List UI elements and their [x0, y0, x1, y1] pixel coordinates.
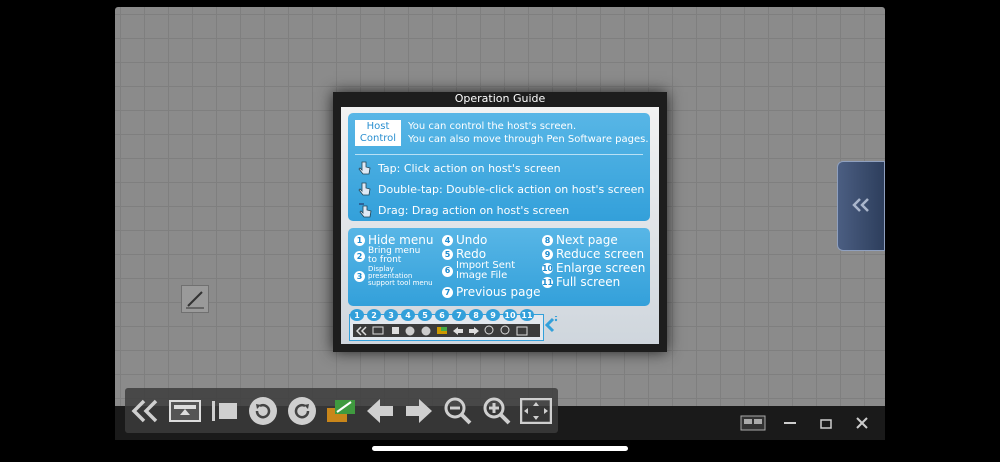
redo-button[interactable]: [285, 394, 319, 428]
hide-menu-button[interactable]: [129, 394, 163, 428]
legend-number: 9: [542, 248, 553, 260]
previous-page-button[interactable]: [363, 394, 397, 428]
import-image-button[interactable]: [324, 394, 358, 428]
host-control-badge: Host Control: [355, 120, 401, 146]
toolbar-preview-icons: [353, 324, 540, 337]
close-button[interactable]: [848, 412, 876, 434]
toolbar-number: 8: [469, 309, 483, 321]
bring-front-icon: [371, 326, 384, 336]
legend-item: 1 Hide menu: [354, 233, 433, 247]
toolbar-number: 1: [350, 309, 364, 321]
divider: [355, 154, 643, 155]
legend-label: Previous page: [456, 285, 541, 299]
toolbar-number: 2: [367, 309, 381, 321]
full-screen-button[interactable]: [519, 394, 553, 428]
legend-number: 10: [541, 262, 554, 274]
legend-label: Full screen: [556, 275, 621, 289]
undo-button[interactable]: [246, 394, 280, 428]
minimize-button[interactable]: [776, 412, 804, 434]
toolbar-number: 7: [452, 309, 466, 321]
full-screen-icon: [515, 326, 528, 336]
toolbar-number: 5: [418, 309, 432, 321]
legend-number: 2: [354, 250, 365, 262]
legend-item: 6 Import Sent Image File: [442, 261, 515, 281]
legend-label: Redo: [456, 247, 487, 261]
arrow-right-icon: [467, 326, 480, 336]
legend-number: 6: [442, 265, 453, 277]
legend-label: Reduce screen: [556, 247, 645, 261]
toolbar-number: 3: [384, 309, 398, 321]
double-chevron-left-icon: [355, 325, 368, 336]
legend-number: 11: [541, 276, 554, 288]
zoom-out-icon: [483, 325, 496, 336]
zoom-in-icon: [499, 325, 512, 336]
host-description: You can control the host's screen. You c…: [408, 120, 649, 146]
legend-item: 4 Undo: [442, 233, 487, 247]
hand-double-tap-icon: [358, 181, 372, 197]
redo-icon: [419, 326, 432, 336]
legend-item: 7 Previous page: [442, 285, 541, 299]
host-control-panel: Host Control You can control the host's …: [348, 113, 650, 221]
legend-number: 7: [442, 286, 453, 298]
legend-label: Bring menu to front: [368, 246, 421, 265]
toolbar-number: 11: [520, 309, 534, 321]
home-indicator[interactable]: [372, 446, 628, 451]
zoom-out-button[interactable]: [441, 394, 475, 428]
drag-action: Drag: Drag action on host's screen: [358, 202, 569, 218]
presentation-tool-button[interactable]: [207, 394, 241, 428]
legend-number: 1: [354, 234, 365, 246]
toolbar-number: 6: [435, 309, 449, 321]
chevron-left-accent-icon: [541, 314, 559, 338]
next-page-button[interactable]: [402, 394, 436, 428]
legend-number: 8: [542, 234, 553, 246]
tap-action-label: Tap: Click action on host's screen: [378, 161, 561, 175]
guide-title: Operation Guide: [454, 92, 546, 105]
tap-action: Tap: Click action on host's screen: [358, 160, 561, 176]
legend-item: 8 Next page: [542, 233, 618, 247]
legend-item: 9 Reduce screen: [542, 247, 644, 261]
legend-item: 11 Full screen: [542, 275, 620, 289]
legend-label: Import Sent Image File: [456, 260, 516, 281]
side-panel-toggle-button[interactable]: [837, 161, 885, 251]
drag-action-label: Drag: Drag action on host's screen: [378, 203, 570, 217]
presentation-tool-icon: [387, 326, 400, 336]
hand-drag-icon: [358, 202, 372, 218]
hand-tap-icon: [358, 160, 372, 176]
legend-item: 5 Redo: [442, 247, 486, 261]
arrow-left-icon: [451, 326, 464, 336]
legend-item: 2 Bring menu to front: [354, 247, 420, 265]
legend-label: Undo: [456, 233, 488, 247]
toolbar-number: 9: [486, 309, 500, 321]
legend-number: 3: [354, 271, 365, 282]
legend-item: 3 Display presentation support tool menu: [354, 266, 433, 287]
restore-button[interactable]: [812, 412, 840, 434]
legend-label: Next page: [556, 233, 618, 247]
legend-label: Enlarge screen: [556, 261, 646, 275]
operation-guide-dialog: Operation Guide Host Control You can con…: [333, 92, 667, 352]
double-chevron-left-icon: [851, 197, 871, 216]
zoom-in-button[interactable]: [480, 394, 514, 428]
import-image-icon: [435, 326, 448, 336]
toolbar-preview-numbers: 1 2 3 4 5 6 7 8 9 10 11: [350, 309, 534, 321]
toolbar-number: 4: [401, 309, 415, 321]
bring-menu-front-button[interactable]: [168, 394, 202, 428]
double-tap-action-label: Double-tap: Double-click action on host'…: [378, 182, 645, 196]
double-tap-action: Double-tap: Double-click action on host'…: [358, 181, 644, 197]
legend-item: 10 Enlarge screen: [542, 261, 645, 275]
host-line-1: You can control the host's screen.: [408, 121, 577, 132]
main-toolbar: [125, 388, 558, 433]
host-line-2: You can also move through Pen Software p…: [408, 134, 649, 145]
legend-number: 5: [442, 248, 453, 260]
guide-body: Host Control You can control the host's …: [341, 107, 659, 344]
legend-label: Display presentation support tool menu: [368, 265, 433, 287]
toolbar-legend-panel: 1 Hide menu 2 Bring menu to front 3 Display…: [348, 228, 650, 306]
switch-display-button[interactable]: [739, 412, 767, 434]
undo-icon: [403, 326, 416, 336]
legend-label: Hide menu: [368, 233, 434, 247]
legend-number: 4: [442, 234, 453, 246]
pen-icon[interactable]: [181, 285, 209, 313]
toolbar-number: 10: [503, 309, 517, 321]
